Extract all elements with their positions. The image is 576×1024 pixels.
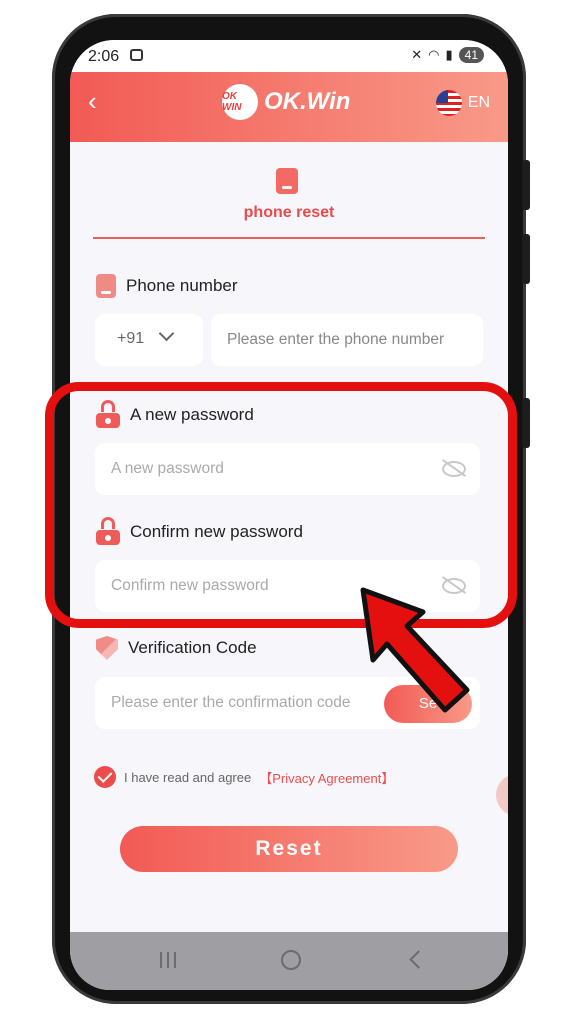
- shield-icon: [96, 636, 118, 660]
- privacy-agreement-link[interactable]: 【Privacy Agreement】: [259, 768, 394, 787]
- floating-tab[interactable]: [496, 774, 508, 816]
- status-icons: ✕ ◠ ▮ 41: [411, 47, 484, 63]
- verification-label-row: Verification Code: [96, 636, 257, 660]
- wifi-icon: ◠: [428, 47, 440, 62]
- phone-number-label-row: Phone number: [96, 274, 238, 298]
- signal-icon: ▮: [445, 47, 453, 62]
- status-time: 2:06: [88, 48, 120, 65]
- app-header: ‹ OK WIN OK.Win EN: [70, 72, 508, 142]
- language-label: EN: [467, 94, 490, 111]
- verification-label: Verification Code: [128, 638, 257, 657]
- country-code-select[interactable]: +91: [95, 314, 203, 366]
- android-nav-bar: [70, 932, 508, 990]
- country-code-value: +91: [117, 330, 145, 347]
- logo-text: OK.Win: [264, 88, 351, 115]
- agreement-text: I have read and agree: [124, 769, 252, 785]
- screenshot-icon: [130, 49, 143, 61]
- chevron-down-icon: [158, 325, 175, 342]
- tab-underline: [93, 237, 485, 239]
- recent-apps-icon[interactable]: [160, 952, 178, 968]
- flag-us-icon: [435, 90, 462, 116]
- back-icon[interactable]: ‹: [88, 86, 97, 117]
- app-logo: OK WIN OK.Win: [222, 84, 350, 120]
- phone-icon: [276, 168, 298, 194]
- phone-side-button: [522, 234, 530, 284]
- phone-side-button: [522, 160, 530, 210]
- phone-side-button: [522, 398, 530, 448]
- language-selector[interactable]: EN: [435, 90, 490, 116]
- status-bar: 2:06 ✕ ◠ ▮ 41: [70, 40, 508, 72]
- phone-number-label: Phone number: [126, 276, 238, 295]
- verification-placeholder: Please enter the confirmation code: [111, 694, 351, 711]
- reset-button[interactable]: Reset: [120, 826, 458, 872]
- arrow-pointer: [360, 587, 470, 713]
- check-icon[interactable]: [94, 766, 116, 788]
- tab-phone-reset[interactable]: phone reset: [70, 204, 508, 222]
- battery-badge: 41: [458, 47, 484, 63]
- phone-number-input[interactable]: Please enter the phone number: [211, 314, 483, 366]
- mute-icon: ✕: [411, 47, 423, 62]
- nav-back-icon[interactable]: [409, 950, 428, 969]
- agreement-row: I have read and agree 【Privacy Agreement…: [94, 766, 394, 788]
- phone-number-placeholder: Please enter the phone number: [227, 331, 445, 348]
- home-icon[interactable]: [281, 950, 301, 970]
- phone-icon: [96, 274, 116, 298]
- logo-badge: OK WIN: [222, 84, 258, 120]
